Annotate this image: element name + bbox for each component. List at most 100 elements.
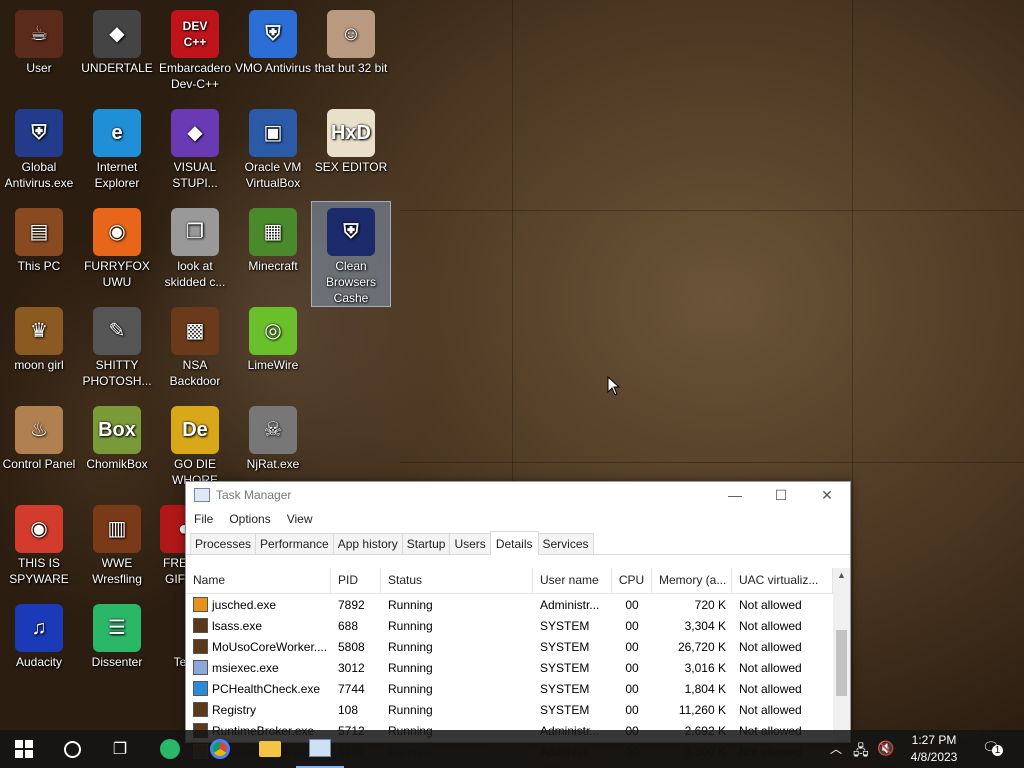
column-status[interactable]: Status xyxy=(381,568,533,593)
table-row[interactable]: jusched.exe 7892 Running Administr... 00 720 … xyxy=(186,594,850,615)
desktop-icon-0[interactable]: ☕ User xyxy=(0,4,78,76)
desktop-icon-13[interactable]: ▦ Minecraft xyxy=(234,202,312,274)
desktop-icon-21[interactable]: De GO DIE WHORE xyxy=(156,400,234,488)
process-memory: 3,304 K xyxy=(684,618,726,633)
desktop-icon-image: ◉ xyxy=(93,208,141,256)
desktop-icon-23[interactable]: ◉ THIS IS SPYWARE xyxy=(0,499,78,587)
desktop-icon-4[interactable]: ☺ that but 32 bit xyxy=(312,4,390,76)
table-row[interactable]: Registry 108 Running SYSTEM 00 11,260 K Not al… xyxy=(186,699,850,720)
chevron-up-icon[interactable]: ︿ xyxy=(830,740,842,757)
wallpaper-line xyxy=(400,462,1024,463)
process-uac: Not allowed xyxy=(739,660,802,675)
desktop-icon-label: Minecraft xyxy=(248,259,298,273)
task-view-button[interactable]: ❐ xyxy=(96,730,144,768)
desktop-icon-22[interactable]: ☠ NjRat.exe xyxy=(234,400,312,472)
task-manager-icon xyxy=(194,488,210,502)
desktop-icon-label: Control Panel xyxy=(2,457,76,471)
folder-icon xyxy=(259,741,281,757)
desktop-icon-image: ▤ xyxy=(15,208,63,256)
process-name-cell: lsass.exe xyxy=(186,618,331,633)
title-bar[interactable]: Task Manager — ☐ ✕ xyxy=(186,482,850,508)
desktop-icon-label: Oracle VM VirtualBox xyxy=(244,160,302,190)
desktop-icon-label: that but 32 bit xyxy=(314,61,388,75)
process-user: SYSTEM xyxy=(540,702,590,717)
desktop-icon-9[interactable]: HxD SEX EDITOR xyxy=(312,103,390,175)
desktop-icon-label: Embarcadero Dev-C++ xyxy=(158,61,232,91)
taskbar-file-explorer[interactable] xyxy=(246,730,294,768)
network-icon[interactable]: 🖧 xyxy=(853,740,869,764)
menu-options[interactable]: Options xyxy=(221,512,278,526)
desktop-icon-label: UNDERTALE xyxy=(81,61,153,75)
desktop-icon-11[interactable]: ◉ FURRYFOX UWU xyxy=(78,202,156,290)
desktop-icon-image: ⛨ xyxy=(327,208,375,256)
desktop-icon-12[interactable]: ❐ look at skidded c... xyxy=(156,202,234,290)
process-uac: Not allowed xyxy=(739,639,802,654)
desktop-icon-26[interactable]: ♫ Audacity xyxy=(0,598,78,670)
process-name: Registry xyxy=(212,702,257,717)
notification-center-button[interactable]: 🗨 1 xyxy=(982,739,1003,757)
tab-details[interactable]: Details xyxy=(489,531,539,555)
start-button[interactable] xyxy=(0,730,48,768)
tab-performance[interactable]: Performance xyxy=(255,533,334,554)
taskbar-task-manager[interactable] xyxy=(296,730,344,768)
desktop-icon-8[interactable]: ▣ Oracle VM VirtualBox xyxy=(234,103,312,191)
desktop-icon-10[interactable]: ▤ This PC xyxy=(0,202,78,274)
task-manager-taskbar-icon xyxy=(309,739,331,757)
desktop-icon-19[interactable]: ♨ Control Panel xyxy=(0,400,78,472)
table-row[interactable]: PCHealthCheck.exe 7744 Running SYSTEM 00 1,80… xyxy=(186,678,850,699)
vertical-scrollbar[interactable]: ▲ xyxy=(833,568,850,742)
table-row[interactable]: msiexec.exe 3012 Running SYSTEM 00 3,016 K Not… xyxy=(186,657,850,678)
taskbar-dissenter[interactable] xyxy=(146,730,194,768)
taskbar-chrome[interactable] xyxy=(196,730,244,768)
column-pid[interactable]: PID xyxy=(331,568,381,593)
minimize-button[interactable]: — xyxy=(712,482,758,508)
desktop-icon-1[interactable]: ◆ UNDERTALE xyxy=(78,4,156,76)
tab-users[interactable]: Users xyxy=(449,533,491,554)
desktop-icon-24[interactable]: ▥ WWE Wresfling xyxy=(78,499,156,587)
column-name[interactable]: Name xyxy=(186,568,331,593)
clock[interactable]: 1:27 PM 4/8/2023 xyxy=(898,732,970,766)
desktop-icon-27[interactable]: ☰ Dissenter xyxy=(78,598,156,670)
tab-app-history[interactable]: App history xyxy=(332,533,403,554)
desktop-icon-15[interactable]: ♛ moon girl xyxy=(0,301,78,373)
column-cpu[interactable]: CPU xyxy=(612,568,652,593)
desktop-icon-6[interactable]: e Internet Explorer xyxy=(78,103,156,191)
process-icon xyxy=(193,681,208,696)
process-pid: 688 xyxy=(338,618,359,633)
desktop-icon-label: NjRat.exe xyxy=(246,457,300,471)
column-uac[interactable]: UAC virtualiz... xyxy=(732,568,833,593)
tab-strip: Processes Performance App history Startu… xyxy=(186,530,850,555)
desktop-icon-7[interactable]: ◆ VISUAL STUPI... xyxy=(156,103,234,191)
desktop-icon-16[interactable]: ✎ SHITTY PHOTOSH... xyxy=(78,301,156,389)
desktop-icon-18[interactable]: ◎ LimeWire xyxy=(234,301,312,373)
desktop-icon-2[interactable]: DEV C++ Embarcadero Dev-C++ xyxy=(156,4,234,92)
process-memory: 26,720 K xyxy=(677,639,726,654)
tab-services[interactable]: Services xyxy=(537,533,594,554)
column-user-name[interactable]: User name xyxy=(533,568,612,593)
column-memory[interactable]: Memory (a... xyxy=(652,568,732,593)
task-manager-window[interactable]: Task Manager — ☐ ✕ File Options View Pro… xyxy=(185,481,851,759)
process-pid: 108 xyxy=(338,702,359,717)
desktop-icon-label: FURRYFOX UWU xyxy=(84,259,150,289)
desktop-icon-17[interactable]: ▩ NSA Backdoor xyxy=(156,301,234,389)
menu-view[interactable]: View xyxy=(279,512,321,526)
desktop-icon-image: ♨ xyxy=(15,406,63,454)
desktop-icon-5[interactable]: ⛨ Global Antivirus.exe xyxy=(0,103,78,191)
maximize-button[interactable]: ☐ xyxy=(758,482,804,508)
table-row[interactable]: lsass.exe 688 Running SYSTEM 00 3,304 K Not al… xyxy=(186,615,850,636)
search-button[interactable] xyxy=(48,730,96,768)
process-uac: Not allowed xyxy=(739,618,802,633)
table-row[interactable]: MoUsoCoreWorker.... 5808 Running SYSTEM 00 26… xyxy=(186,636,850,657)
desktop-icon-14[interactable]: ⛨ Clean Browsers Cashe xyxy=(311,201,391,307)
desktop-icon-label: Global Antivirus.exe xyxy=(4,160,74,190)
scroll-up-icon[interactable]: ▲ xyxy=(833,568,850,582)
tab-startup[interactable]: Startup xyxy=(401,533,451,554)
menu-file[interactable]: File xyxy=(186,512,221,526)
desktop-icon-20[interactable]: Box ChomikBox xyxy=(78,400,156,472)
desktop-icon-image: ☺ xyxy=(327,10,375,58)
close-button[interactable]: ✕ xyxy=(804,482,850,508)
volume-muted-icon[interactable]: 🔇 xyxy=(877,740,894,757)
scrollbar-thumb[interactable] xyxy=(836,630,847,696)
desktop-icon-3[interactable]: ⛨ VMO Antivirus xyxy=(234,4,312,76)
tab-processes[interactable]: Processes xyxy=(190,533,257,554)
